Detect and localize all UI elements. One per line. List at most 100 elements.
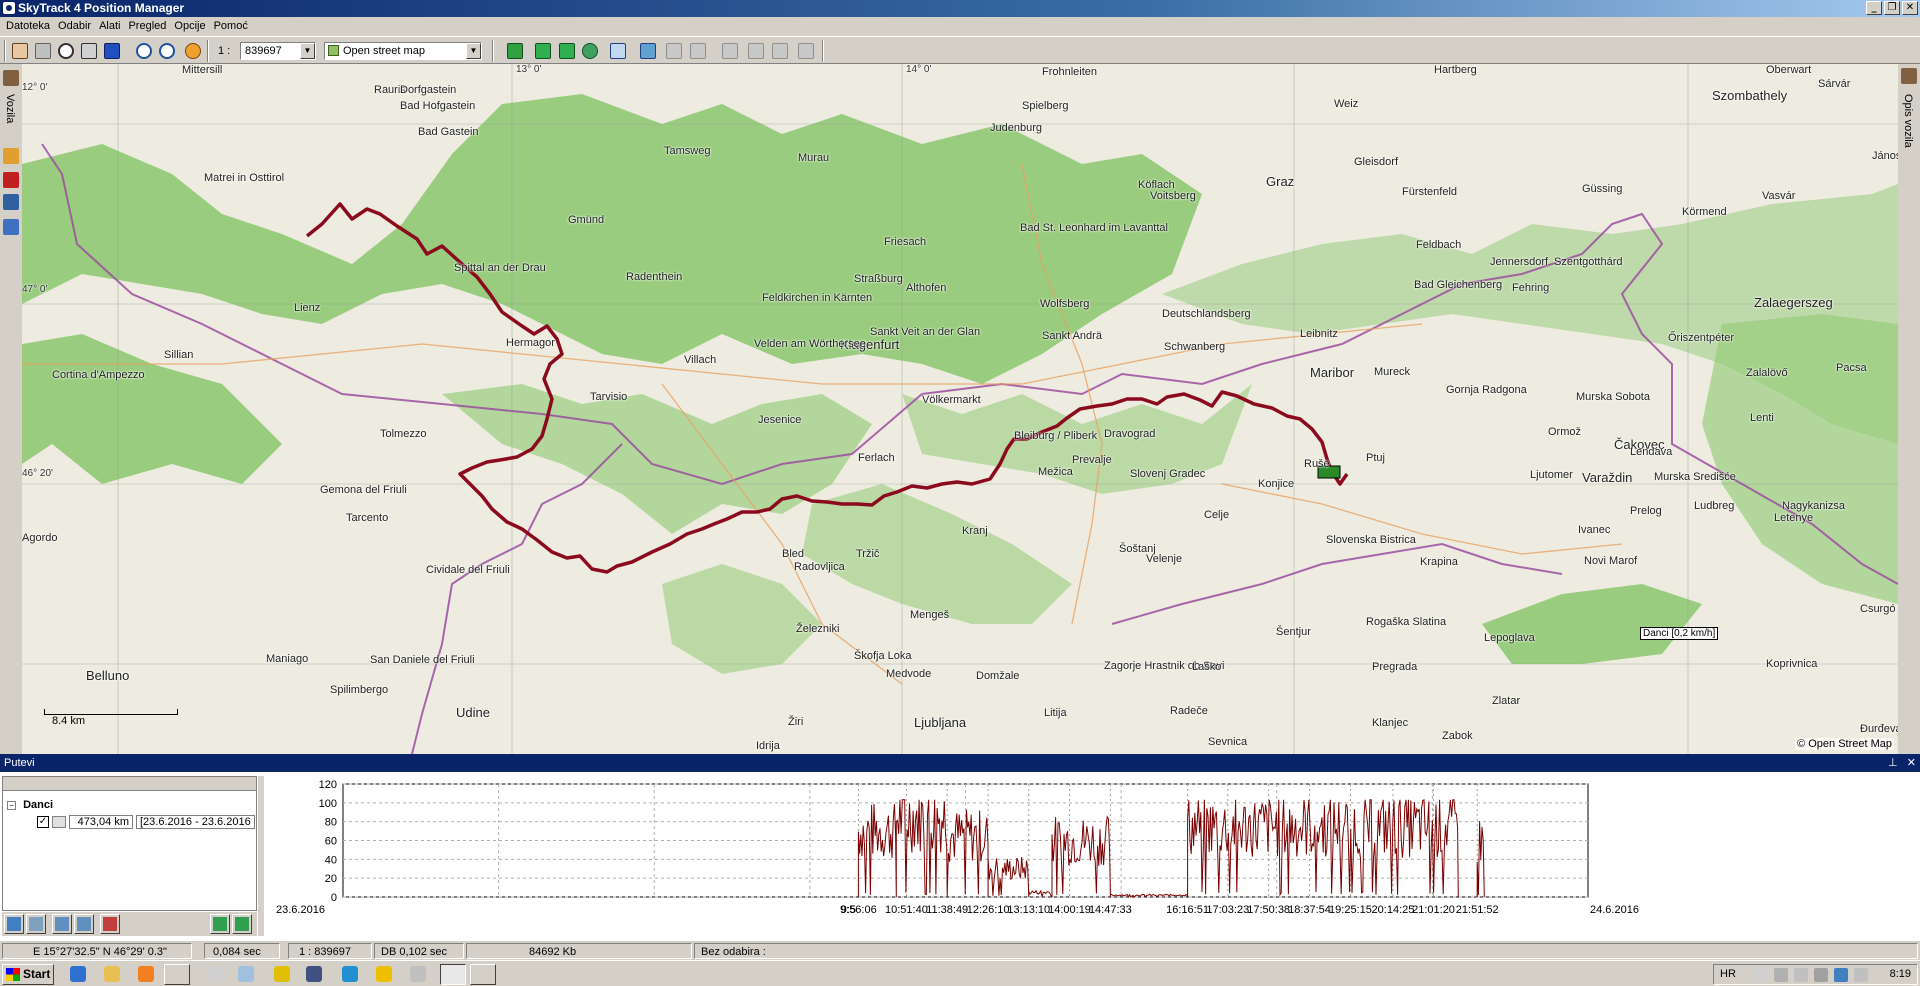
menu-pregled[interactable]: Pregled	[125, 17, 171, 36]
tray-icon[interactable]	[1754, 968, 1768, 982]
copy-icon[interactable]	[26, 914, 46, 934]
zoom-search-icon[interactable]	[56, 41, 76, 61]
city-label: Wolfsberg	[1040, 298, 1090, 310]
chevron-down-icon[interactable]: ▼	[466, 43, 481, 59]
taskbar-skytrack-button[interactable]	[440, 964, 466, 985]
city-label: Jánosháza	[1872, 150, 1898, 162]
vehicle-add-icon[interactable]	[505, 41, 525, 61]
zoom-in-icon[interactable]	[134, 41, 154, 61]
routes-toolbar	[2, 912, 257, 936]
tool-disabled-icon[interactable]	[664, 41, 684, 61]
chevron-down-icon[interactable]: ▼	[300, 43, 315, 59]
folder-icon[interactable]	[104, 966, 120, 982]
city-label: Belluno	[86, 668, 130, 683]
globe-icon[interactable]	[342, 966, 358, 982]
pan-hand-icon[interactable]	[10, 41, 30, 61]
map-canvas[interactable]	[22, 64, 1898, 754]
collapse-icon[interactable]: −	[7, 800, 16, 810]
map-view[interactable]: 12° 0' 13° 0' 14° 0' 46° 20' 47° 0' Klag…	[22, 64, 1898, 754]
tab-opis-vozila[interactable]: Opis vozila	[1902, 94, 1914, 148]
y-tick-label: 60	[325, 836, 337, 848]
warning-icon[interactable]	[376, 966, 392, 982]
tray-icon[interactable]	[1774, 968, 1788, 982]
map-view-icon[interactable]	[638, 41, 658, 61]
language-indicator[interactable]: HR	[1720, 968, 1736, 980]
menu-pomoc[interactable]: Pomoć	[211, 17, 253, 36]
panel-splitter[interactable]	[258, 776, 264, 936]
menu-opcije[interactable]: Opcije	[171, 17, 210, 36]
layers-icon[interactable]	[3, 194, 19, 210]
city-label: Lenti	[1750, 412, 1774, 424]
city-label: Ferlach	[858, 452, 895, 464]
vehicle-icon[interactable]	[3, 70, 19, 86]
scale-select[interactable]: 839697 ▼	[240, 42, 316, 60]
route-checkbox[interactable]: ✓	[37, 816, 49, 828]
layers-icon[interactable]	[183, 41, 203, 61]
tool-disabled-icon[interactable]	[746, 41, 766, 61]
pin-icon[interactable]: ⊥	[1888, 757, 1898, 769]
city-label: Schwanberg	[1164, 341, 1226, 353]
city-label: San Daniele del Friuli	[370, 654, 475, 666]
speed-chart[interactable]: 0 20 40 60 80 100 120 9:56:06 10:51:4011:38:491…	[266, 774, 1920, 940]
arrow-right-icon[interactable]	[232, 914, 252, 934]
route-calc-icon[interactable]	[52, 914, 72, 934]
app-icon[interactable]	[274, 966, 290, 982]
arrow-right-icon[interactable]	[533, 41, 553, 61]
refresh-icon[interactable]	[557, 41, 577, 61]
tree-group[interactable]: − Danci	[7, 799, 53, 811]
tray-icon[interactable]	[1814, 968, 1828, 982]
vehicle-icon[interactable]	[1901, 68, 1917, 84]
help-query-icon[interactable]	[102, 41, 122, 61]
move-cross-icon[interactable]	[33, 41, 53, 61]
menu-datoteka[interactable]: Datoteka	[3, 17, 55, 36]
route-row[interactable]: ✓ 473,04 km [23.6.2016 - 23.6.2016	[37, 815, 255, 829]
map-source-select[interactable]: Open street map ▼	[324, 42, 482, 60]
app-icon[interactable]	[205, 966, 221, 982]
app-icon[interactable]	[238, 966, 254, 982]
app-icon[interactable]	[410, 966, 426, 982]
city-label: Zalaegerszeg	[1754, 295, 1833, 310]
tool-disabled-icon[interactable]	[688, 41, 708, 61]
tab-vozila[interactable]: Vozila	[4, 94, 16, 123]
tool-disabled-icon[interactable]	[720, 41, 740, 61]
routes-tree[interactable]: − Danci ✓ 473,04 km [23.6.2016 - 23.6.20…	[2, 776, 257, 911]
package-icon[interactable]	[3, 148, 19, 164]
app-icon	[3, 2, 15, 14]
app-icon[interactable]	[306, 966, 322, 982]
tree-header	[3, 777, 256, 791]
start-button[interactable]: Start	[2, 964, 54, 985]
media-player-icon[interactable]	[138, 966, 154, 982]
clock-refresh-icon[interactable]	[580, 41, 600, 61]
toolbar: 1 : 839697 ▼ Open street map ▼	[0, 36, 1920, 64]
route-icon[interactable]	[608, 41, 628, 61]
taskbar-app-button[interactable]	[470, 964, 496, 985]
pin-icon[interactable]	[3, 172, 19, 188]
tool-disabled-icon[interactable]	[796, 41, 816, 61]
menu-alati[interactable]: Alati	[96, 17, 125, 36]
zoom-out-icon[interactable]	[157, 41, 177, 61]
close-button[interactable]: ✕	[1902, 1, 1918, 15]
speed-graph-icon[interactable]	[100, 914, 120, 934]
city-label: Güssing	[1582, 183, 1623, 195]
feed-icon[interactable]	[3, 219, 19, 235]
city-label: Gmünd	[568, 214, 605, 226]
route-edit-icon[interactable]	[74, 914, 94, 934]
tray-icon[interactable]	[1834, 968, 1848, 982]
taskbar-app-button[interactable]	[164, 964, 190, 985]
restore-button[interactable]: ❐	[1884, 1, 1900, 15]
city-label: Bled	[782, 548, 805, 560]
y-tick-label: 40	[325, 854, 337, 866]
menu-odabir[interactable]: Odabir	[55, 17, 96, 36]
minimize-button[interactable]: _	[1866, 1, 1882, 15]
tray-icon[interactable]	[1794, 968, 1808, 982]
arrow-left-icon[interactable]	[210, 914, 230, 934]
close-icon[interactable]: ✕	[1907, 757, 1916, 769]
check-all-icon[interactable]	[4, 914, 24, 934]
ie-icon[interactable]	[70, 966, 86, 982]
tray-icon[interactable]	[1854, 968, 1868, 982]
y-tick-label: 20	[325, 873, 337, 885]
measure-icon[interactable]	[79, 41, 99, 61]
vehicle-label[interactable]: Danci [0,2 km/h]	[1640, 627, 1719, 640]
city-label: Novi Marof	[1584, 555, 1638, 567]
tool-disabled-icon[interactable]	[770, 41, 790, 61]
